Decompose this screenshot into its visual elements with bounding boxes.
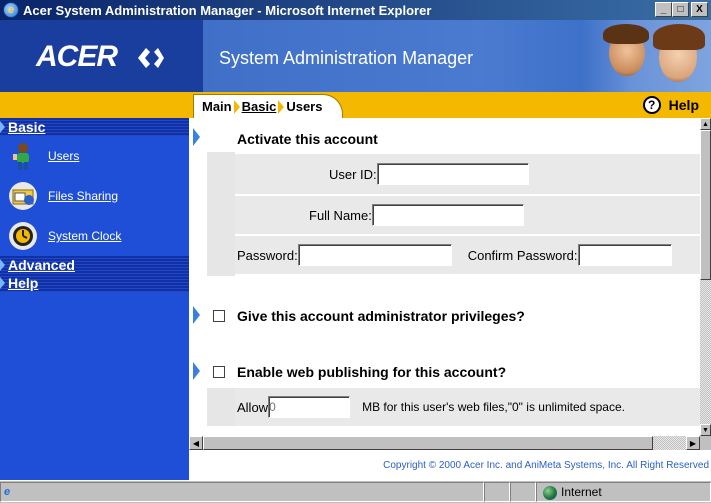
breadcrumb-bar: Main Basic Users ? Help bbox=[189, 92, 711, 118]
close-button[interactable]: X bbox=[691, 2, 708, 17]
users-icon bbox=[13, 143, 29, 170]
user-id-input[interactable] bbox=[376, 163, 529, 185]
confirm-password-label: Confirm Password: bbox=[467, 247, 578, 263]
user-id-label: User ID: bbox=[329, 166, 377, 182]
form-gutter bbox=[207, 152, 235, 276]
scroll-right-arrow-icon[interactable]: ▶ bbox=[686, 436, 700, 450]
allow-label: Allow bbox=[237, 399, 269, 415]
status-panel bbox=[484, 482, 510, 502]
sidebar-item-label: System Clock bbox=[48, 229, 122, 243]
allow-row: Allow MB for this user's web files,"0" i… bbox=[235, 388, 700, 426]
sidebar-section-help[interactable]: Help bbox=[0, 274, 189, 292]
breadcrumb-users: Users bbox=[286, 99, 323, 114]
horizontal-scroll-thumb[interactable] bbox=[203, 436, 653, 450]
sidebar-section-advanced[interactable]: Advanced bbox=[0, 256, 189, 274]
app-banner: ACER System Administration Manager bbox=[0, 20, 711, 92]
window-titlebar[interactable]: e Acer System Administration Manager - M… bbox=[0, 0, 711, 20]
minimize-button[interactable]: _ bbox=[655, 2, 672, 17]
allow-mb-input[interactable] bbox=[268, 396, 351, 418]
scroll-left-arrow-icon[interactable]: ◀ bbox=[189, 436, 203, 450]
folder-share-icon bbox=[9, 182, 37, 210]
status-zone-label: Internet bbox=[561, 485, 602, 499]
sidebar: Basic Users Files Sharing System Clock A bbox=[0, 118, 189, 480]
page-icon: e bbox=[4, 486, 11, 498]
window-controls: _ □ X bbox=[655, 2, 708, 17]
allow-suffix-text: MB for this user's web files,"0" is unli… bbox=[362, 400, 625, 414]
question-icon: ? bbox=[642, 96, 661, 114]
admin-checkbox[interactable] bbox=[213, 310, 225, 322]
admin-privileges-label: Give this account administrator privileg… bbox=[237, 308, 525, 324]
breadcrumb-main[interactable]: Main bbox=[202, 99, 232, 114]
ie-icon: e bbox=[3, 2, 19, 18]
web-publishing-label: Enable web publishing for this account? bbox=[237, 364, 507, 380]
password-label: Password: bbox=[237, 247, 298, 263]
vertical-scroll-thumb[interactable] bbox=[700, 130, 711, 280]
confirm-password-input[interactable] bbox=[577, 244, 672, 266]
activate-account-title: Activate this account bbox=[237, 131, 378, 147]
acer-logo: ACER bbox=[36, 40, 118, 73]
sidebar-section-basic[interactable]: Basic bbox=[0, 118, 189, 136]
password-row: Password: Confirm Password: bbox=[235, 236, 700, 274]
help-label: Help bbox=[668, 97, 699, 113]
sidebar-item-system-clock[interactable]: System Clock bbox=[0, 216, 189, 256]
breadcrumb-basic[interactable]: Basic bbox=[242, 99, 277, 114]
scroll-up-arrow-icon[interactable]: ▲ bbox=[700, 118, 711, 130]
help-link[interactable]: ? Help bbox=[642, 96, 699, 114]
status-panel-main: e bbox=[0, 482, 484, 502]
status-bar: e Internet bbox=[0, 480, 711, 503]
section-marker-icon bbox=[193, 362, 200, 380]
people-photo bbox=[581, 20, 711, 92]
clock-icon bbox=[9, 222, 37, 250]
sidebar-item-files-sharing[interactable]: Files Sharing bbox=[0, 176, 189, 216]
sidebar-item-label: Files Sharing bbox=[48, 189, 119, 203]
full-name-row: Full Name: bbox=[235, 196, 700, 234]
maximize-button[interactable]: □ bbox=[672, 2, 689, 17]
chevron-right-icon bbox=[278, 99, 285, 114]
status-zone-panel: Internet bbox=[536, 482, 711, 502]
horizontal-scrollbar[interactable]: ◀ ▶ bbox=[189, 436, 700, 450]
sidebar-item-label: Users bbox=[48, 149, 80, 163]
password-input[interactable] bbox=[297, 244, 452, 266]
logo-area: ACER bbox=[0, 20, 203, 92]
main-content: Activate this account User ID: Full Name… bbox=[189, 118, 700, 436]
app-title: System Administration Manager bbox=[219, 48, 474, 68]
acer-logo-icon bbox=[138, 48, 164, 68]
section-marker-icon bbox=[193, 128, 200, 146]
sidebar-item-users[interactable]: Users bbox=[0, 136, 189, 176]
chevron-right-icon bbox=[233, 99, 240, 114]
form-gutter bbox=[207, 388, 235, 426]
full-name-label: Full Name: bbox=[309, 207, 372, 223]
section-marker-icon bbox=[193, 306, 200, 324]
banner-title-area: System Administration Manager bbox=[203, 20, 711, 92]
vertical-scrollbar[interactable]: ▲ ▼ bbox=[700, 118, 711, 436]
copyright-footer: Copyright © 2000 Acer Inc. and AniMeta S… bbox=[189, 450, 711, 480]
scroll-down-arrow-icon[interactable]: ▼ bbox=[700, 424, 711, 436]
web-publishing-checkbox[interactable] bbox=[213, 366, 225, 378]
internet-globe-icon bbox=[543, 486, 557, 500]
breadcrumb: Main Basic Users bbox=[193, 94, 343, 118]
status-panel bbox=[510, 482, 536, 502]
window-title: Acer System Administration Manager - Mic… bbox=[23, 2, 432, 18]
full-name-input[interactable] bbox=[371, 204, 524, 226]
user-id-row: User ID: bbox=[235, 154, 700, 194]
